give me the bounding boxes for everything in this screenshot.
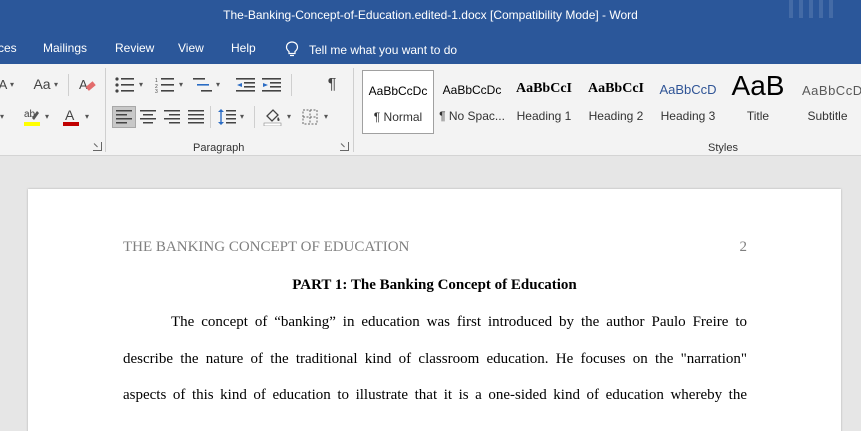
tell-me-search[interactable]: Tell me what you want to do — [285, 41, 457, 57]
chevron-down-icon: ▾ — [179, 80, 184, 89]
justify-icon[interactable] — [188, 110, 204, 124]
tab-mailings[interactable]: Mailings — [43, 41, 87, 55]
styles-gallery: AaBbCcDc ¶ Normal AaBbCcDc ¶ No Spac... … — [362, 70, 861, 134]
style-sample: AaBbCcD — [659, 82, 717, 97]
shading-icon[interactable] — [263, 108, 283, 126]
title-bar-decoration — [789, 0, 839, 18]
style-title[interactable]: AaB Title — [724, 70, 792, 134]
style-name: ¶ No Spac... — [439, 109, 505, 123]
align-right-icon[interactable] — [164, 110, 180, 124]
line-spacing-icon[interactable] — [218, 108, 236, 126]
page-number: 2 — [739, 239, 748, 255]
multilevel-list-icon[interactable] — [193, 77, 213, 93]
style-name: Heading 3 — [660, 109, 716, 123]
style-sample: AaBbCcDc — [368, 84, 428, 98]
tab-help[interactable]: Help — [231, 41, 256, 55]
divider — [210, 106, 211, 128]
style-sample: AaBbCcD — [802, 83, 861, 98]
chevron-down-icon: ▾ — [54, 80, 59, 89]
tell-me-label: Tell me what you want to do — [309, 43, 458, 57]
change-case-button[interactable]: Aa — [32, 76, 52, 92]
style-sample: AaBbCcI — [515, 81, 572, 96]
style-sample: AaBbCcDc — [442, 83, 502, 97]
increase-indent-icon[interactable] — [262, 77, 282, 93]
style-sample: AaB — [731, 70, 785, 101]
tab-view[interactable]: View — [178, 41, 204, 55]
page-header: THE BANKING CONCEPT OF EDUCATION — [123, 239, 410, 255]
style-name: ¶ Normal — [373, 110, 423, 124]
body-text-line: The concept of “banking” in education wa… — [171, 314, 747, 330]
style-no-spacing[interactable]: AaBbCcDc ¶ No Spac... — [436, 70, 508, 134]
text-highlight-icon[interactable]: ab — [22, 107, 42, 127]
decrease-indent-icon[interactable] — [236, 77, 256, 93]
font-color-icon[interactable]: A — [61, 107, 81, 127]
ribbon-tabs: ces Mailings Review View Help Tell me wh… — [0, 32, 861, 64]
style-heading-3[interactable]: AaBbCcD Heading 3 — [652, 70, 724, 134]
chevron-down-icon: ▾ — [85, 112, 90, 121]
title-bar: The-Banking-Concept-of-Education.edited-… — [0, 0, 861, 32]
style-name: Subtitle — [807, 109, 848, 123]
numbering-icon[interactable]: 1 2 3 — [155, 77, 175, 93]
chevron-down-icon: ▾ — [216, 80, 221, 89]
borders-icon[interactable] — [302, 109, 318, 125]
show-hide-marks-button[interactable]: ¶ — [322, 76, 342, 94]
group-divider — [353, 68, 354, 152]
ribbon: A ▾ Aa ▾ A ▾ ab ▾ A ▾ ▾ 1 2 3 ▾ ▾ ¶ ▾ ▾ … — [0, 64, 861, 156]
svg-text:A: A — [79, 77, 88, 92]
divider — [291, 74, 292, 96]
window-title: The-Banking-Concept-of-Education.edited-… — [223, 8, 638, 22]
document-page[interactable]: THE BANKING CONCEPT OF EDUCATION 2 PART … — [28, 189, 841, 431]
chevron-down-icon: ▾ — [240, 112, 245, 121]
svg-text:3: 3 — [155, 89, 158, 93]
lightbulb-icon — [285, 41, 299, 57]
paragraph-dialog-launcher-icon[interactable] — [340, 142, 349, 151]
style-normal[interactable]: AaBbCcDc ¶ Normal — [362, 70, 434, 134]
style-subtitle[interactable]: AaBbCcD Subtitle — [794, 70, 861, 134]
paragraph-group-label: Paragraph — [193, 142, 245, 154]
bullets-icon[interactable] — [115, 77, 135, 93]
chevron-down-icon: ▾ — [10, 80, 15, 89]
chevron-down-icon: ▾ — [45, 112, 50, 121]
font-size-decrease-icon[interactable]: A — [0, 76, 8, 92]
style-name: Heading 2 — [588, 109, 644, 123]
svg-text:A: A — [65, 107, 75, 123]
chevron-down-icon: ▾ — [139, 80, 144, 89]
chevron-down-icon: ▾ — [0, 112, 5, 121]
tab-review[interactable]: Review — [115, 41, 154, 55]
align-left-button[interactable] — [112, 106, 136, 128]
style-name: Heading 1 — [516, 109, 572, 123]
style-sample: AaBbCcI — [587, 81, 644, 96]
chevron-down-icon: ▾ — [287, 112, 292, 121]
clear-formatting-icon[interactable]: A — [78, 76, 96, 94]
font-dialog-launcher-icon[interactable] — [93, 142, 102, 151]
document-area: THE BANKING CONCEPT OF EDUCATION 2 PART … — [0, 157, 861, 431]
divider — [254, 106, 255, 128]
style-heading-2[interactable]: AaBbCcI Heading 2 — [580, 70, 652, 134]
align-center-icon[interactable] — [140, 110, 156, 124]
section-heading: PART 1: The Banking Concept of Education — [292, 277, 577, 293]
style-name: Title — [746, 109, 770, 123]
align-left-icon — [116, 110, 132, 124]
chevron-down-icon: ▾ — [324, 112, 329, 121]
group-divider — [105, 68, 106, 152]
body-text-line: describe the nature of the traditional k… — [123, 351, 747, 367]
style-heading-1[interactable]: AaBbCcI Heading 1 — [508, 70, 580, 134]
divider — [68, 74, 69, 96]
tab-references[interactable]: ces — [0, 41, 17, 55]
body-text-line: aspects of this kind of education to ill… — [123, 387, 747, 403]
styles-group-label: Styles — [708, 142, 738, 154]
